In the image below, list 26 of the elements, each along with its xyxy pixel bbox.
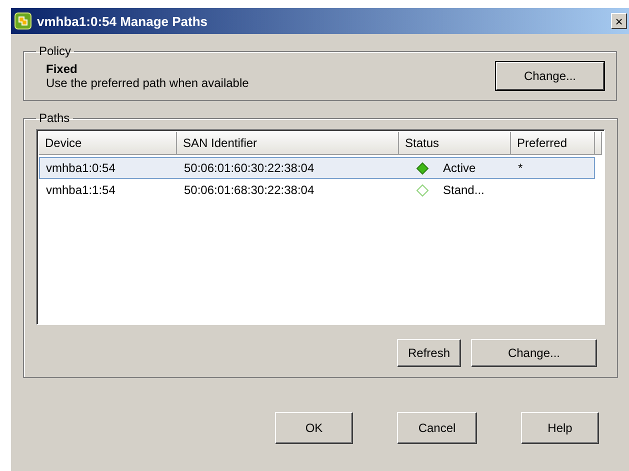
column-header[interactable]: Preferred: [511, 132, 595, 155]
dialog-button[interactable]: Cancel: [397, 412, 477, 444]
app-icon: [14, 12, 32, 30]
dialog-button[interactable]: Help: [521, 412, 599, 444]
column-header[interactable]: Device: [39, 132, 177, 155]
dialog-button[interactable]: OK: [275, 412, 353, 444]
table-cell: Stand...: [443, 183, 484, 197]
close-button[interactable]: ×: [611, 13, 627, 29]
window-title: vmhba1:0:54 Manage Paths: [37, 14, 209, 28]
policy-name: Fixed: [46, 62, 78, 76]
change-button[interactable]: Change...: [471, 339, 597, 367]
policy-description: Use the preferred path when available: [46, 76, 249, 90]
group-label: Paths: [38, 111, 71, 125]
table-cell-text: vmhba1:0:54: [45, 161, 116, 175]
refresh-button[interactable]: Refresh: [397, 339, 461, 367]
change-button[interactable]: Change...: [496, 62, 604, 90]
table-cell: Active: [443, 161, 476, 175]
table-cell-text: 50:06:01:68:30:22:38:04: [183, 183, 316, 197]
table-cell-text: *: [517, 161, 524, 175]
table-cell-text: 50:06:01:60:30:22:38:04: [183, 161, 316, 175]
column-header[interactable]: SAN Identifier: [177, 132, 399, 155]
group-label: Policy: [38, 44, 72, 58]
column-header[interactable]: Status: [399, 132, 511, 155]
path-row[interactable]: vmhba1:0:54 50:06:01:60:30:22:38:04 Active *: [39, 157, 595, 179]
path-row[interactable]: vmhba1:1:54 50:06:01:68:30:22:38:04 Stand...: [39, 179, 595, 201]
table-cell-text: vmhba1:1:54: [45, 183, 116, 197]
